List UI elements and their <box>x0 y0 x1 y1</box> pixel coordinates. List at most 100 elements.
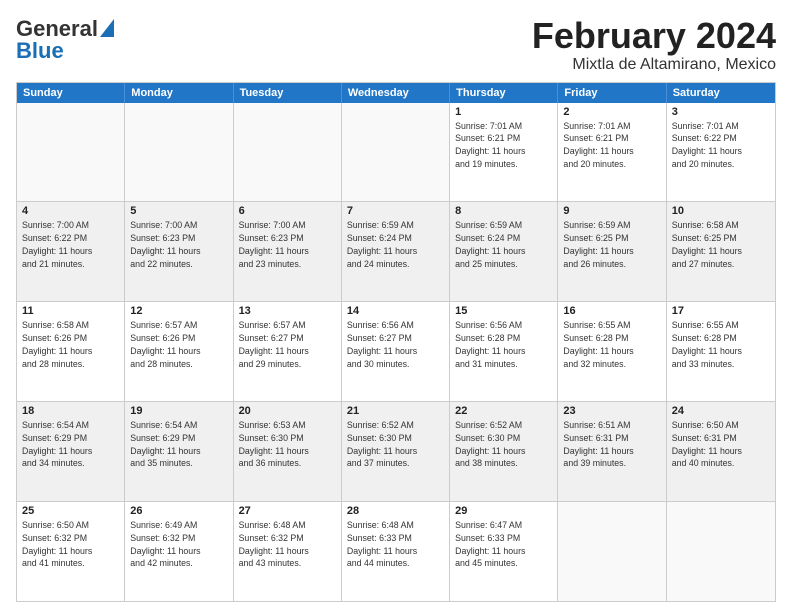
empty-cell <box>342 103 450 202</box>
day-number: 12 <box>130 305 227 317</box>
day-info: Sunrise: 7:01 AMSunset: 6:21 PMDaylight:… <box>563 120 660 171</box>
header-day-saturday: Saturday <box>667 83 775 103</box>
day-number: 3 <box>672 106 770 118</box>
logo-triangle-icon <box>100 19 114 37</box>
day-number: 7 <box>347 205 444 217</box>
day-cell-5: 5 Sunrise: 7:00 AMSunset: 6:23 PMDaylight… <box>125 202 233 301</box>
day-info: Sunrise: 6:52 AMSunset: 6:30 PMDaylight:… <box>347 419 444 470</box>
day-number: 2 <box>563 106 660 118</box>
day-cell-9: 9 Sunrise: 6:59 AMSunset: 6:25 PMDaylight… <box>558 202 666 301</box>
day-info: Sunrise: 7:01 AMSunset: 6:21 PMDaylight:… <box>455 120 552 171</box>
day-cell-16: 16 Sunrise: 6:55 AMSunset: 6:28 PMDayligh… <box>558 302 666 401</box>
day-info: Sunrise: 7:00 AMSunset: 6:23 PMDaylight:… <box>239 219 336 270</box>
day-cell-8: 8 Sunrise: 6:59 AMSunset: 6:24 PMDaylight… <box>450 202 558 301</box>
day-cell-10: 10 Sunrise: 6:58 AMSunset: 6:25 PMDayligh… <box>667 202 775 301</box>
day-number: 1 <box>455 106 552 118</box>
day-number: 8 <box>455 205 552 217</box>
day-info: Sunrise: 6:54 AMSunset: 6:29 PMDaylight:… <box>130 419 227 470</box>
day-cell-18: 18 Sunrise: 6:54 AMSunset: 6:29 PMDayligh… <box>17 402 125 501</box>
day-info: Sunrise: 6:51 AMSunset: 6:31 PMDaylight:… <box>563 419 660 470</box>
day-cell-2: 2 Sunrise: 7:01 AMSunset: 6:21 PMDaylight… <box>558 103 666 202</box>
day-number: 17 <box>672 305 770 317</box>
day-number: 6 <box>239 205 336 217</box>
calendar-row-1: 4Sunrise: 7:00 AMSunset: 6:22 PMDaylight… <box>17 202 775 302</box>
day-number: 10 <box>672 205 770 217</box>
day-info: Sunrise: 6:57 AMSunset: 6:27 PMDaylight:… <box>239 319 336 370</box>
header: General Blue February 2024 Mixtla de Alt… <box>16 16 776 74</box>
empty-cell <box>125 103 233 202</box>
day-info: Sunrise: 7:00 AMSunset: 6:23 PMDaylight:… <box>130 219 227 270</box>
day-cell-19: 19 Sunrise: 6:54 AMSunset: 6:29 PMDayligh… <box>125 402 233 501</box>
day-cell-6: 6 Sunrise: 7:00 AMSunset: 6:23 PMDaylight… <box>234 202 342 301</box>
day-cell-3: 3 Sunrise: 7:01 AMSunset: 6:22 PMDaylight… <box>667 103 775 202</box>
day-cell-11: 11 Sunrise: 6:58 AMSunset: 6:26 PMDayligh… <box>17 302 125 401</box>
day-cell-20: 20Sunrise: 6:53 AMSunset: 6:30 PMDayligh… <box>234 402 342 501</box>
day-number: 9 <box>563 205 660 217</box>
day-info: Sunrise: 6:56 AMSunset: 6:27 PMDaylight:… <box>347 319 444 370</box>
day-number: 25 <box>22 505 119 517</box>
day-number: 27 <box>239 505 336 517</box>
day-info: Sunrise: 6:58 AMSunset: 6:25 PMDaylight:… <box>672 219 770 270</box>
day-info: Sunrise: 6:47 AMSunset: 6:33 PMDaylight:… <box>455 519 552 570</box>
empty-cell <box>667 502 775 601</box>
day-cell-22: 22 Sunrise: 6:52 AMSunset: 6:30 PMDayligh… <box>450 402 558 501</box>
day-number: 5 <box>130 205 227 217</box>
day-info: Sunrise: 6:50 AMSunset: 6:31 PMDaylight:… <box>672 419 770 470</box>
day-info: Sunrise: 6:48 AMSunset: 6:32 PMDaylight:… <box>239 519 336 570</box>
day-info: Sunrise: 6:48 AMSunset: 6:33 PMDaylight:… <box>347 519 444 570</box>
day-number: 11 <box>22 305 119 317</box>
calendar-row-3: 18 Sunrise: 6:54 AMSunset: 6:29 PMDayligh… <box>17 402 775 502</box>
empty-cell <box>17 103 125 202</box>
day-cell-28: 28 Sunrise: 6:48 AMSunset: 6:33 PMDayligh… <box>342 502 450 601</box>
calendar-subtitle: Mixtla de Altamirano, Mexico <box>532 56 776 74</box>
header-day-wednesday: Wednesday <box>342 83 450 103</box>
day-cell-24: 24Sunrise: 6:50 AMSunset: 6:31 PMDayligh… <box>667 402 775 501</box>
calendar-row-0: 1 Sunrise: 7:01 AMSunset: 6:21 PMDaylight… <box>17 103 775 203</box>
day-info: Sunrise: 6:56 AMSunset: 6:28 PMDaylight:… <box>455 319 552 370</box>
day-info: Sunrise: 6:55 AMSunset: 6:28 PMDaylight:… <box>672 319 770 370</box>
page: General Blue February 2024 Mixtla de Alt… <box>0 0 792 612</box>
day-info: Sunrise: 6:54 AMSunset: 6:29 PMDaylight:… <box>22 419 119 470</box>
day-number: 13 <box>239 305 336 317</box>
day-info: Sunrise: 6:59 AMSunset: 6:25 PMDaylight:… <box>563 219 660 270</box>
day-cell-13: 13 Sunrise: 6:57 AMSunset: 6:27 PMDayligh… <box>234 302 342 401</box>
logo-blue: Blue <box>16 38 64 64</box>
day-cell-4: 4Sunrise: 7:00 AMSunset: 6:22 PMDaylight… <box>17 202 125 301</box>
empty-cell <box>234 103 342 202</box>
day-number: 18 <box>22 405 119 417</box>
day-cell-12: 12Sunrise: 6:57 AMSunset: 6:26 PMDayligh… <box>125 302 233 401</box>
day-info: Sunrise: 6:52 AMSunset: 6:30 PMDaylight:… <box>455 419 552 470</box>
day-number: 21 <box>347 405 444 417</box>
header-day-sunday: Sunday <box>17 83 125 103</box>
calendar-row-4: 25 Sunrise: 6:50 AMSunset: 6:32 PMDayligh… <box>17 502 775 601</box>
day-number: 14 <box>347 305 444 317</box>
day-cell-25: 25 Sunrise: 6:50 AMSunset: 6:32 PMDayligh… <box>17 502 125 601</box>
day-number: 15 <box>455 305 552 317</box>
day-number: 26 <box>130 505 227 517</box>
day-number: 22 <box>455 405 552 417</box>
day-cell-21: 21 Sunrise: 6:52 AMSunset: 6:30 PMDayligh… <box>342 402 450 501</box>
day-info: Sunrise: 6:59 AMSunset: 6:24 PMDaylight:… <box>455 219 552 270</box>
day-number: 4 <box>22 205 119 217</box>
day-info: Sunrise: 6:50 AMSunset: 6:32 PMDaylight:… <box>22 519 119 570</box>
calendar-title: February 2024 <box>532 16 776 56</box>
day-number: 16 <box>563 305 660 317</box>
day-info: Sunrise: 6:55 AMSunset: 6:28 PMDaylight:… <box>563 319 660 370</box>
day-cell-29: 29Sunrise: 6:47 AMSunset: 6:33 PMDayligh… <box>450 502 558 601</box>
empty-cell <box>558 502 666 601</box>
day-info: Sunrise: 6:59 AMSunset: 6:24 PMDaylight:… <box>347 219 444 270</box>
day-cell-7: 7 Sunrise: 6:59 AMSunset: 6:24 PMDaylight… <box>342 202 450 301</box>
day-cell-1: 1 Sunrise: 7:01 AMSunset: 6:21 PMDaylight… <box>450 103 558 202</box>
day-info: Sunrise: 6:49 AMSunset: 6:32 PMDaylight:… <box>130 519 227 570</box>
day-number: 19 <box>130 405 227 417</box>
day-cell-26: 26 Sunrise: 6:49 AMSunset: 6:32 PMDayligh… <box>125 502 233 601</box>
header-day-friday: Friday <box>558 83 666 103</box>
day-number: 28 <box>347 505 444 517</box>
header-day-monday: Monday <box>125 83 233 103</box>
day-info: Sunrise: 7:01 AMSunset: 6:22 PMDaylight:… <box>672 120 770 171</box>
day-info: Sunrise: 6:58 AMSunset: 6:26 PMDaylight:… <box>22 319 119 370</box>
calendar-header: SundayMondayTuesdayWednesdayThursdayFrid… <box>17 83 775 103</box>
calendar: SundayMondayTuesdayWednesdayThursdayFrid… <box>16 82 776 602</box>
logo: General Blue <box>16 16 114 64</box>
header-day-thursday: Thursday <box>450 83 558 103</box>
